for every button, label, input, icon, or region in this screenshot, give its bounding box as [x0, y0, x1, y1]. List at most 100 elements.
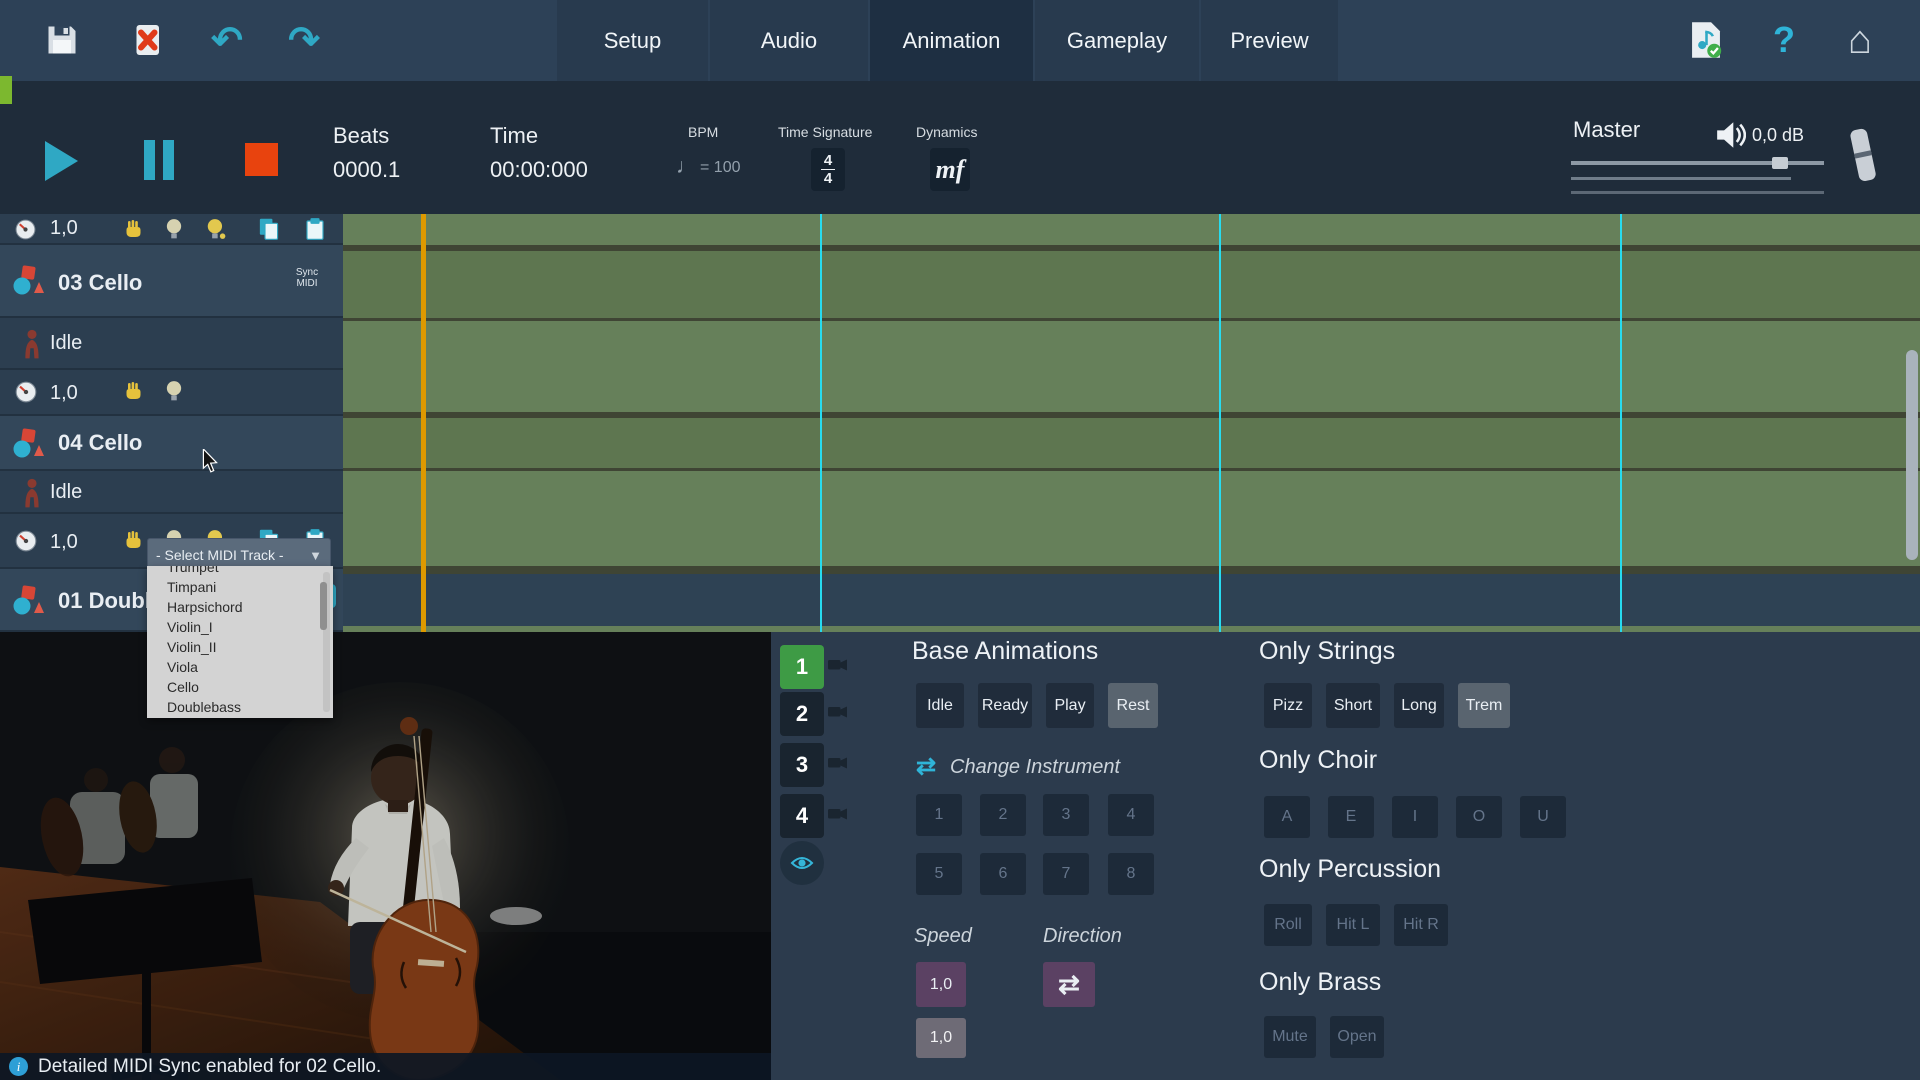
timeline[interactable]	[343, 214, 1920, 632]
bulb-icon[interactable]	[164, 218, 184, 240]
instrument-7-button[interactable]: 7	[1043, 853, 1089, 895]
tertiary-slider[interactable]	[1571, 191, 1824, 194]
strings-pizz-button[interactable]: Pizz	[1264, 683, 1312, 728]
instrument-6-button[interactable]: 6	[980, 853, 1026, 895]
dropdown-item-violin-ii[interactable]: Violin_II	[147, 637, 333, 657]
dropdown-item-cello[interactable]: Cello	[147, 677, 333, 697]
camera-button-3[interactable]: 3	[780, 743, 824, 787]
speed-primary-button[interactable]: 1,0	[916, 962, 966, 1007]
progress-strip	[0, 76, 12, 104]
direction-button[interactable]: ⇄	[1043, 962, 1095, 1007]
hand-icon[interactable]	[122, 218, 144, 241]
instrument-8-button[interactable]: 8	[1108, 853, 1154, 895]
tab-gameplay[interactable]: Gameplay	[1035, 0, 1199, 81]
strings-trem-button[interactable]: Trem	[1458, 683, 1510, 728]
viewport-3d[interactable]: i Detailed MIDI Sync enabled for 02 Cell…	[0, 632, 771, 1080]
timeline-vertical-scrollbar[interactable]	[1906, 350, 1918, 560]
anim-ready-button[interactable]: Ready	[978, 683, 1032, 728]
home-button[interactable]: ⌂	[1838, 18, 1882, 62]
instrument-4-button[interactable]: 4	[1108, 794, 1154, 836]
strings-short-button[interactable]: Short	[1326, 683, 1380, 728]
brass-open-button[interactable]: Open	[1330, 1016, 1384, 1058]
speed-value: 1,0	[50, 531, 78, 554]
play-button[interactable]	[45, 141, 78, 181]
time-signature-numerator: 4	[824, 153, 832, 168]
camera-button-1[interactable]: 1	[780, 645, 824, 689]
stop-button[interactable]	[245, 143, 278, 176]
time-signature-label: Time Signature	[778, 124, 872, 140]
speed-gauge-icon[interactable]	[14, 380, 38, 404]
animation-state: Idle	[50, 481, 82, 504]
strings-long-button[interactable]: Long	[1394, 683, 1444, 728]
master-volume-handle[interactable]	[1772, 157, 1788, 169]
master-fader-icon[interactable]	[1845, 125, 1881, 189]
anim-rest-button[interactable]: Rest	[1108, 683, 1158, 728]
tab-animation[interactable]: Animation	[870, 0, 1033, 81]
hand-icon[interactable]	[122, 529, 144, 552]
beats-value: 0000.1	[333, 157, 400, 183]
master-label: Master	[1573, 117, 1640, 143]
redo-button[interactable]: ↷	[282, 18, 326, 62]
track-header-04-cello[interactable]: 04 Cello	[0, 416, 343, 471]
dropdown-scrollbar-thumb[interactable]	[320, 582, 327, 630]
instrument-2-button[interactable]: 2	[980, 794, 1026, 836]
lane-separator	[343, 566, 1920, 574]
dropdown-item-trumpet[interactable]: Trumpet	[147, 566, 333, 577]
choir-a-button[interactable]: A	[1264, 796, 1310, 838]
speed-secondary-button[interactable]: 1,0	[916, 1018, 966, 1058]
tab-setup[interactable]: Setup	[557, 0, 708, 81]
dynamics-control[interactable]: mf	[930, 148, 970, 191]
delete-button[interactable]	[125, 18, 169, 62]
bpm-value[interactable]: = 100	[700, 159, 740, 177]
dropdown-scrollbar[interactable]	[323, 572, 330, 712]
only-choir-title: Only Choir	[1259, 746, 1377, 775]
bulb-icon[interactable]	[164, 380, 184, 402]
hand-icon[interactable]	[122, 380, 144, 403]
instrument-3-button[interactable]: 3	[1043, 794, 1089, 836]
tab-preview[interactable]: Preview	[1201, 0, 1338, 81]
track-03-animation-row: Idle	[0, 318, 343, 370]
choir-u-button[interactable]: U	[1520, 796, 1566, 838]
save-button[interactable]	[40, 18, 84, 62]
percussion-hit-l-button[interactable]: Hit L	[1326, 904, 1380, 946]
preview-eye-button[interactable]	[780, 841, 824, 885]
instrument-5-button[interactable]: 5	[916, 853, 962, 895]
dropdown-item-violin-i[interactable]: Violin_I	[147, 617, 333, 637]
time-signature-control[interactable]: 4 4	[811, 148, 845, 191]
brass-mute-button[interactable]: Mute	[1264, 1016, 1316, 1058]
choir-i-button[interactable]: I	[1392, 796, 1438, 838]
camera-button-4[interactable]: 4	[780, 794, 824, 838]
anim-play-button[interactable]: Play	[1046, 683, 1094, 728]
undo-button[interactable]: ↶	[205, 18, 249, 62]
choir-o-button[interactable]: O	[1456, 796, 1502, 838]
pause-button[interactable]	[144, 140, 176, 180]
track-3d-icon	[12, 265, 46, 297]
dropdown-item-harpsichord[interactable]: Harpsichord	[147, 597, 333, 617]
camera-button-2[interactable]: 2	[780, 692, 824, 736]
copy-icon[interactable]	[258, 217, 280, 241]
playhead[interactable]	[421, 214, 426, 632]
choir-e-button[interactable]: E	[1328, 796, 1374, 838]
dropdown-item-timpani[interactable]: Timpani	[147, 577, 333, 597]
bulb-active-icon[interactable]	[206, 218, 226, 240]
export-midi-button[interactable]	[1684, 18, 1728, 62]
percussion-roll-button[interactable]: Roll	[1264, 904, 1312, 946]
instrument-1-button[interactable]: 1	[916, 794, 962, 836]
redo-icon: ↷	[288, 18, 320, 63]
only-percussion-title: Only Percussion	[1259, 855, 1441, 884]
help-icon: ?	[1773, 19, 1795, 61]
help-button[interactable]: ?	[1762, 18, 1806, 62]
dropdown-item-doublebass[interactable]: Doublebass	[147, 697, 333, 717]
anim-idle-button[interactable]: Idle	[916, 683, 964, 728]
speed-gauge-icon[interactable]	[14, 218, 37, 241]
percussion-hit-r-button[interactable]: Hit R	[1394, 904, 1448, 946]
paste-icon[interactable]	[304, 217, 326, 241]
track-header-03-cello[interactable]: 03 Cello Sync MIDI	[0, 245, 343, 318]
timeline-lane	[343, 471, 1920, 566]
speed-gauge-icon[interactable]	[14, 529, 38, 553]
secondary-slider[interactable]	[1571, 177, 1791, 180]
tab-audio[interactable]: Audio	[710, 0, 868, 81]
dynamics-label: Dynamics	[916, 124, 977, 140]
dropdown-item-viola[interactable]: Viola	[147, 657, 333, 677]
speed-label: Speed	[914, 925, 972, 948]
